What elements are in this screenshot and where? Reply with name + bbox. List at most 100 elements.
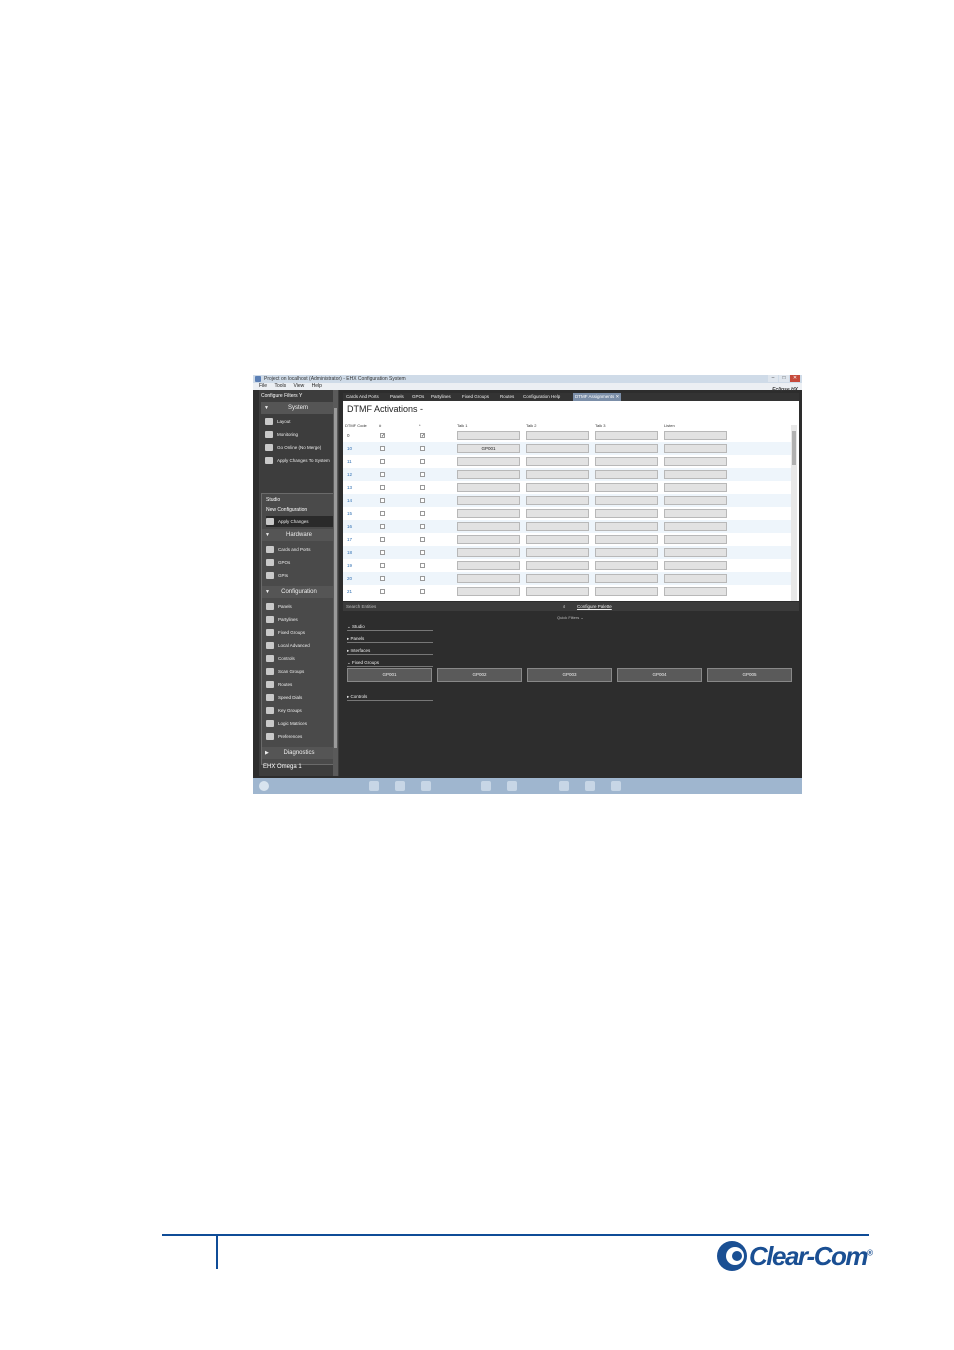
talk1-slot[interactable]: [457, 431, 520, 440]
palette-studio-group[interactable]: ⌄ Studio: [347, 623, 433, 631]
star-checkbox[interactable]: [420, 446, 425, 451]
talk2-slot[interactable]: [526, 444, 589, 453]
table-row[interactable]: 18: [343, 546, 791, 559]
table-row[interactable]: 20: [343, 572, 791, 585]
system-section-header[interactable]: ▼ System: [261, 402, 335, 414]
talk3-slot[interactable]: [595, 561, 658, 570]
talk1-slot[interactable]: [457, 548, 520, 557]
listen-slot[interactable]: [664, 587, 727, 596]
configure-palette-link[interactable]: Configure Palette: [577, 602, 612, 611]
sidebar-scrollbar[interactable]: [333, 390, 338, 776]
start-button-icon[interactable]: [259, 781, 269, 791]
hash-checkbox[interactable]: [380, 472, 385, 477]
listen-slot[interactable]: [664, 574, 727, 583]
sidebar-item-panels[interactable]: Panels: [266, 601, 336, 612]
talk2-slot[interactable]: [526, 496, 589, 505]
listen-slot[interactable]: [664, 444, 727, 453]
tab-panels[interactable]: Panels: [388, 393, 406, 401]
table-row[interactable]: 16: [343, 520, 791, 533]
hardware-section-header[interactable]: ▼ Hardware: [262, 529, 336, 541]
talk2-slot[interactable]: [526, 535, 589, 544]
talk3-slot[interactable]: [595, 496, 658, 505]
talk3-slot[interactable]: [595, 483, 658, 492]
star-checkbox[interactable]: [420, 550, 425, 555]
talk1-slot[interactable]: GP001: [457, 444, 520, 453]
tab-gpos[interactable]: GPOs: [410, 393, 426, 401]
sidebar-item-preferences[interactable]: Preferences: [266, 731, 336, 742]
tab-fixed-groups[interactable]: Fixed Groups: [460, 393, 491, 401]
diagnostics-section-header[interactable]: ▶ Diagnostics: [262, 747, 336, 759]
sidebar-item-layout[interactable]: Layout: [265, 416, 335, 427]
close-button[interactable]: ✕: [790, 375, 800, 382]
talk1-slot[interactable]: [457, 457, 520, 466]
talk2-slot[interactable]: [526, 457, 589, 466]
listen-slot[interactable]: [664, 496, 727, 505]
table-row[interactable]: 13: [343, 481, 791, 494]
talk3-slot[interactable]: [595, 431, 658, 440]
fixed-group-gp002[interactable]: GP002: [437, 668, 522, 682]
sidebar-item-fixed-groups[interactable]: Fixed Groups: [266, 627, 336, 638]
talk2-slot[interactable]: [526, 483, 589, 492]
star-checkbox[interactable]: [420, 563, 425, 568]
star-checkbox[interactable]: [420, 485, 425, 490]
hash-checkbox[interactable]: [380, 563, 385, 568]
tab-routes[interactable]: Routes: [498, 393, 516, 401]
star-checkbox[interactable]: [420, 459, 425, 464]
star-checkbox[interactable]: [420, 524, 425, 529]
talk2-slot[interactable]: [526, 548, 589, 557]
hash-checkbox[interactable]: ✓: [380, 433, 385, 439]
table-row[interactable]: 10 GP001: [343, 442, 791, 455]
listen-slot[interactable]: [664, 535, 727, 544]
hash-checkbox[interactable]: [380, 511, 385, 516]
table-row[interactable]: 21: [343, 585, 791, 598]
taskbar-app-icon[interactable]: [611, 781, 621, 791]
taskbar-app-icon[interactable]: [369, 781, 379, 791]
star-checkbox[interactable]: ✓: [420, 433, 425, 439]
scroll-thumb[interactable]: [792, 431, 796, 465]
scroll-thumb[interactable]: [334, 408, 337, 748]
taskbar-app-icon[interactable]: [395, 781, 405, 791]
talk2-slot[interactable]: [526, 574, 589, 583]
sidebar-item-go-online[interactable]: Go Online (No Merge): [265, 442, 335, 453]
talk1-slot[interactable]: [457, 574, 520, 583]
sidebar-item-speed-dials[interactable]: Speed Dials: [266, 692, 336, 703]
quick-filters-toggle[interactable]: Quick Filters ⌄: [557, 615, 584, 620]
palette-fixed-groups-group[interactable]: ⌄ Fixed Groups: [347, 659, 433, 667]
hash-checkbox[interactable]: [380, 550, 385, 555]
configure-filters-link[interactable]: Configure Filters Y: [261, 393, 302, 399]
talk3-slot[interactable]: [595, 470, 658, 479]
talk3-slot[interactable]: [595, 444, 658, 453]
hash-checkbox[interactable]: [380, 459, 385, 464]
talk1-slot[interactable]: [457, 561, 520, 570]
fixed-group-gp001[interactable]: GP001: [347, 668, 432, 682]
search-icon[interactable]: ⌕: [563, 602, 566, 611]
talk1-slot[interactable]: [457, 496, 520, 505]
listen-slot[interactable]: [664, 561, 727, 570]
hash-checkbox[interactable]: [380, 589, 385, 594]
tab-cards-and-ports[interactable]: Cards And Ports: [344, 393, 381, 401]
talk2-slot[interactable]: [526, 509, 589, 518]
listen-slot[interactable]: [664, 457, 727, 466]
talk1-slot[interactable]: [457, 509, 520, 518]
maximize-button[interactable]: □: [779, 375, 789, 382]
sidebar-item-apply-changes-system[interactable]: Apply Changes To System: [265, 455, 335, 466]
hash-checkbox[interactable]: [380, 524, 385, 529]
taskbar-app-icon[interactable]: [481, 781, 491, 791]
listen-slot[interactable]: [664, 470, 727, 479]
matrix-name[interactable]: EHX Omega 1: [263, 764, 302, 770]
sidebar-item-monitoring[interactable]: Monitoring: [265, 429, 335, 440]
sidebar-item-local-advanced[interactable]: Local Advanced: [266, 640, 336, 651]
talk1-slot[interactable]: [457, 535, 520, 544]
talk2-slot[interactable]: [526, 522, 589, 531]
table-row[interactable]: 12: [343, 468, 791, 481]
minimize-button[interactable]: –: [768, 375, 778, 382]
talk1-slot[interactable]: [457, 470, 520, 479]
taskbar-app-icon[interactable]: [421, 781, 431, 791]
talk2-slot[interactable]: [526, 561, 589, 570]
talk2-slot[interactable]: [526, 470, 589, 479]
sidebar-item-key-groups[interactable]: Key Groups: [266, 705, 336, 716]
star-checkbox[interactable]: [420, 498, 425, 503]
star-checkbox[interactable]: [420, 589, 425, 594]
hash-checkbox[interactable]: [380, 537, 385, 542]
listen-slot[interactable]: [664, 509, 727, 518]
